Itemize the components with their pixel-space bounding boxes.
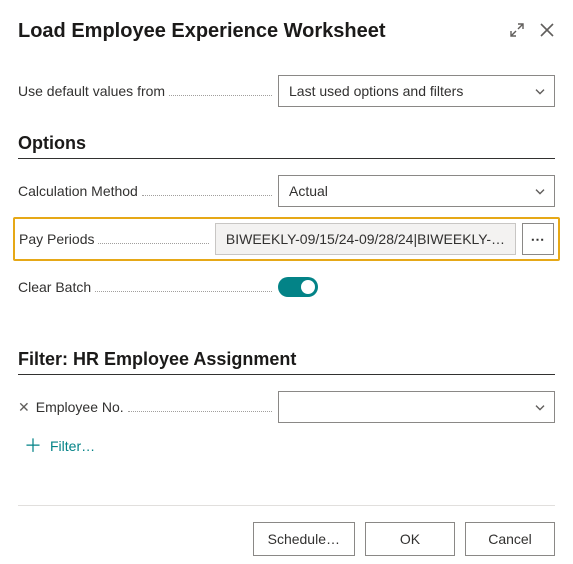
ok-button[interactable]: OK <box>365 522 455 556</box>
pay-periods-lookup-button[interactable]: ⋯ <box>522 223 554 255</box>
filter-heading: Filter: HR Employee Assignment <box>18 349 555 375</box>
calc-method-value: Actual <box>289 183 328 199</box>
schedule-button[interactable]: Schedule… <box>253 522 355 556</box>
calc-method-label: Calculation Method <box>18 183 278 200</box>
employee-no-input[interactable] <box>278 391 555 423</box>
pay-periods-input[interactable]: BIWEEKLY-09/15/24-09/28/24|BIWEEKLY-… <box>215 223 516 255</box>
chevron-down-icon <box>534 185 546 201</box>
defaults-value: Last used options and filters <box>289 83 463 99</box>
defaults-select[interactable]: Last used options and filters <box>278 75 555 107</box>
remove-filter-icon[interactable]: ✕ <box>18 399 30 416</box>
clear-batch-label: Clear Batch <box>18 279 278 296</box>
options-heading: Options <box>18 133 555 159</box>
chevron-down-icon <box>534 85 546 101</box>
close-icon[interactable] <box>539 22 555 41</box>
expand-icon[interactable] <box>509 22 525 41</box>
clear-batch-toggle[interactable] <box>278 277 318 297</box>
plus-icon: ＋ <box>24 437 42 455</box>
pay-periods-row: Pay Periods BIWEEKLY-09/15/24-09/28/24|B… <box>13 217 560 261</box>
defaults-label: Use default values from <box>18 83 278 100</box>
calc-method-select[interactable]: Actual <box>278 175 555 207</box>
employee-no-label: ✕ Employee No. <box>18 399 278 416</box>
dialog-title: Load Employee Experience Worksheet <box>18 20 386 43</box>
ellipsis-icon: ⋯ <box>531 231 546 248</box>
add-filter-label: Filter… <box>50 438 95 454</box>
add-filter-button[interactable]: ＋ Filter… <box>24 437 555 455</box>
pay-periods-label: Pay Periods <box>19 231 215 248</box>
pay-periods-value: BIWEEKLY-09/15/24-09/28/24|BIWEEKLY-… <box>226 231 505 247</box>
chevron-down-icon <box>534 401 546 417</box>
cancel-button[interactable]: Cancel <box>465 522 555 556</box>
